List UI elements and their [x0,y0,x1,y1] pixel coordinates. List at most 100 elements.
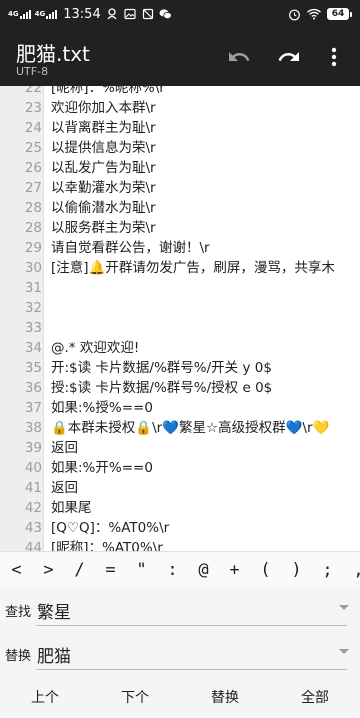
line-number: 33 [24,320,42,336]
signal-icon [19,9,31,19]
symbol-key[interactable]: / [64,560,95,580]
line-text: 以背离群主为耻\r [51,120,156,136]
line-number: 39 [24,440,42,456]
alarm-icon [287,7,301,21]
line-number: 41 [24,480,42,496]
editor-line: 44 [昵称]：%AT0%\r [0,538,360,551]
line-text: 以幸勤灌水为荣\r [51,180,156,196]
file-encoding[interactable]: UTF-8 [16,65,48,78]
wechat-icon [159,7,173,21]
text-editor[interactable]: 22 [昵称]：%昵称%\r 23 欢迎你加入本群\r 24 以背离群主为耻\r 25 以提供… [0,86,360,551]
line-text: 如果:%授%==0 [51,400,153,416]
baby-icon [105,7,119,21]
replace-input[interactable] [37,640,327,668]
editor-line: 40 如果:%开%==0 [0,458,360,478]
editor-line: 24 以背离群主为耻\r [0,118,360,138]
symbol-bar: <>/=":@+();, [0,551,360,587]
editor-line: 33 [0,318,360,338]
battery-level: 64 [327,8,349,20]
editor-line: 28 以偷偷潜水为耻\r [0,198,360,218]
line-number: 28 [24,200,42,216]
previous-match-button[interactable]: 上个 [0,687,90,707]
symbol-key[interactable]: : [157,560,188,580]
line-text: 以乱发广告为耻\r [51,160,156,176]
more-options-button[interactable] [322,42,346,72]
undo-button[interactable] [224,42,254,72]
editor-line: 26 以乱发广告为耻\r [0,158,360,178]
editor-line: 22 [昵称]：%昵称%\r [0,86,360,98]
editor-line: 38 🔒本群未授权🔒\r💙繁星☆高级授权群💙\r💛 [0,418,360,438]
editor-line: 28 以服务群主为荣\r [0,218,360,238]
replace-button[interactable]: 替换 [180,687,270,707]
symbol-key[interactable]: ( [250,560,281,580]
line-text: [昵称]：%昵称%\r [51,86,165,96]
line-number: 35 [24,360,42,376]
signal-icon-2 [46,9,58,19]
line-number: 34 [24,340,42,356]
symbol-key[interactable]: ) [281,560,312,580]
next-match-button[interactable]: 下个 [90,687,180,707]
line-number: 42 [24,500,42,516]
line-text: @.* 欢迎欢迎! [51,340,140,356]
file-title: 肥猫.txt [16,42,90,66]
editor-line: 30 [注意]🔔开群请勿发广告，刷屏，漫骂，共享木 [0,258,360,278]
line-text: 以偷偷潜水为耻\r [51,200,156,216]
line-text: [昵称]：%AT0%\r [51,540,163,551]
editor-line: 23 欢迎你加入本群\r [0,98,360,118]
line-number: 30 [24,260,42,276]
signal-indicator-2: 4G [35,9,58,19]
editor-line: 27 以幸勤灌水为荣\r [0,178,360,198]
find-actions: 上个 下个 替换 全部 [0,675,360,718]
find-label: 查找 [5,605,32,620]
battery-icon: 64 [327,8,352,20]
replace-all-button[interactable]: 全部 [270,687,360,707]
line-number: 38 [24,420,42,436]
line-number: 28 [24,220,42,236]
line-number: 24 [24,120,42,136]
line-text: 以服务群主为荣\r [51,220,156,236]
clock: 13:54 [63,6,101,22]
app-bar: 肥猫.txt UTF-8 [0,28,360,86]
replace-history-dropdown[interactable] [339,649,349,654]
symbol-key[interactable]: ; [312,560,343,580]
line-number: 44 [24,540,42,551]
undo-icon [229,52,250,61]
line-number: 29 [24,240,42,256]
no-sound-icon [141,7,155,21]
wifi-icon [307,7,321,21]
symbol-key[interactable]: + [219,560,250,580]
editor-line: 42 如果尾 [0,498,360,518]
symbol-key[interactable]: < [0,560,33,580]
line-text: 欢迎你加入本群\r [51,100,156,116]
line-text: 如果尾 [51,500,92,516]
editor-line: 41 返回 [0,478,360,498]
line-number: 23 [24,100,42,116]
editor-line: 39 返回 [0,438,360,458]
replace-row: 替换 [0,631,360,675]
redo-button[interactable] [274,42,304,72]
symbol-key[interactable]: , [343,560,360,580]
network-type: 4G [8,9,19,18]
line-number: 37 [24,400,42,416]
line-text: 返回 [51,480,78,496]
symbol-key[interactable]: > [33,560,64,580]
find-history-dropdown[interactable] [339,605,349,610]
editor-line: 29 请自觉看群公告，谢谢！\r [0,238,360,258]
line-text: 返回 [51,440,78,456]
editor-line: 37 如果:%授%==0 [0,398,360,418]
find-input[interactable] [37,596,327,624]
line-number: 40 [24,460,42,476]
symbol-key[interactable]: = [95,560,126,580]
network-type-2: 4G [34,9,46,18]
line-number: 22 [24,86,42,96]
editor-line: 35 开:$读 卡片数据/%群号%/开关 y 0$ [0,358,360,378]
editor-line: 32 [0,298,360,318]
line-text: 🔒本群未授权🔒\r💙繁星☆高级授权群💙\r💛 [51,420,330,436]
line-number: 27 [24,180,42,196]
line-number: 25 [24,140,42,156]
symbol-key[interactable]: @ [188,560,219,580]
line-number: 26 [24,160,42,176]
replace-label: 替换 [5,649,32,664]
find-row: 查找 [0,587,360,631]
symbol-key[interactable]: " [126,560,157,580]
